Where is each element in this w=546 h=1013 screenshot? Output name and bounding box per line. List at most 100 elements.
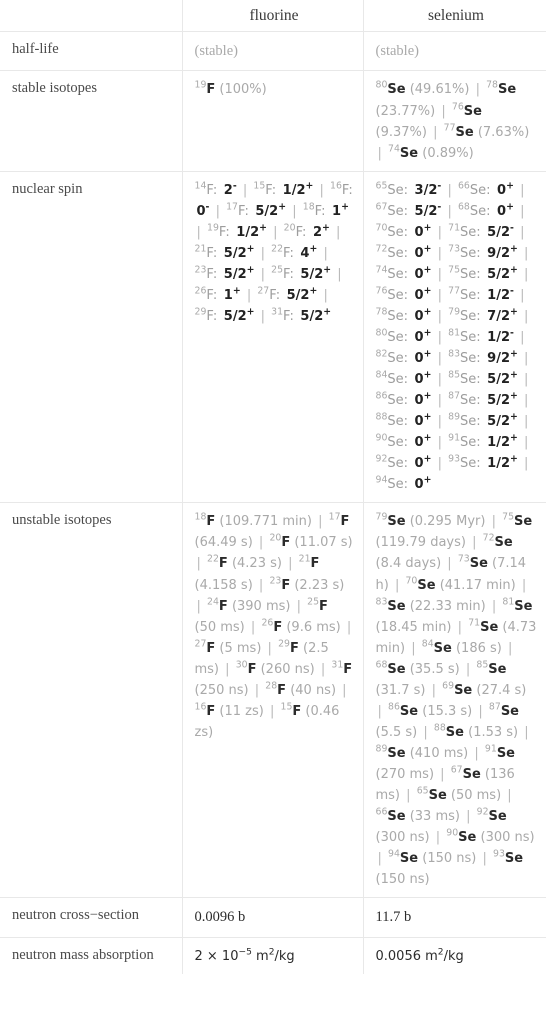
nuclear-spin-entry: 29F: 5/2+ — [195, 307, 255, 324]
isotope-mass-number: 65 — [416, 785, 429, 797]
isotope-nuclide: 72Se — [483, 534, 513, 551]
isotope-mass-number: 18 — [302, 201, 315, 213]
nuclear-spin-value: 0+ — [410, 264, 432, 282]
isotope-abundance-or-halflife: (300 ns) — [476, 830, 535, 846]
isotope-mass-number: 66 — [457, 180, 470, 192]
nuclear-spin-value: 0+ — [410, 390, 432, 409]
nuclear-spin-value: 0- — [196, 201, 210, 219]
isotope-symbol: Se — [387, 456, 404, 472]
isotope-separator: | — [296, 598, 302, 614]
isotope-symbol: F — [289, 640, 299, 656]
isotope-separator: | — [346, 619, 352, 635]
isotope-separator: | — [318, 514, 323, 530]
isotope-separator: | — [437, 308, 442, 324]
isotope-nuclide: 18F — [302, 201, 321, 219]
nuclear-spin-value: 1/2+ — [482, 453, 518, 472]
isotope-separator: | — [319, 182, 324, 198]
isotope-symbol: F — [319, 598, 328, 614]
isotope-mass-number: 77 — [448, 285, 461, 297]
isotope-separator: | — [323, 287, 328, 303]
isotope-abundance-or-halflife: (100%) — [215, 82, 267, 98]
isotope-nuclide: 31F — [331, 660, 352, 677]
nuclear-spin-entry: 73Se: 9/2+ — [448, 244, 518, 261]
isotope-symbol: Se — [417, 577, 436, 593]
isotope-entry: 27F (5 ms) — [195, 639, 262, 656]
isotope-symbol: Se — [469, 203, 487, 219]
isotope-abundance-or-halflife: (270 ms) — [375, 766, 435, 782]
isotope-nuclide: 68Se — [376, 660, 406, 677]
isotope-separator: | — [447, 203, 452, 219]
isotope-separator: | — [225, 661, 230, 677]
isotope-separator: | — [406, 787, 411, 803]
isotope-separator: | — [437, 351, 442, 367]
isotope-mass-number: 29 — [278, 638, 290, 650]
table-row: neutron cross−section 0.0096 b 11.7 b — [0, 897, 546, 938]
nuclear-spin-entry: 66Se: 0+ — [457, 180, 514, 198]
isotope-nuclide: 19F — [207, 223, 225, 240]
cell-fluorine: 19F (100%) — [181, 70, 364, 172]
isotope-nuclide: 89Se — [448, 413, 476, 430]
nuclear-spin-colon: : — [486, 182, 491, 198]
column-header-selenium: selenium — [362, 0, 546, 32]
isotope-nuclide: 77Se — [448, 285, 476, 303]
nuclear-spin-colon: : — [476, 245, 481, 261]
nuclear-spin-entry: 87Se: 5/2+ — [448, 392, 518, 409]
isotope-symbol: Se — [460, 372, 477, 388]
isotope-separator: | — [250, 619, 256, 635]
isotope-symbol: Se — [387, 308, 404, 324]
isotope-mass-number: 28 — [265, 680, 278, 692]
nuclear-spin-entry: 23F: 5/2+ — [195, 264, 255, 282]
isotope-separator: | — [260, 245, 265, 261]
isotope-mass-number: 65 — [375, 180, 388, 192]
isotope-mass-number: 88 — [433, 722, 446, 734]
isotope-symbol: Se — [387, 82, 406, 98]
isotope-abundance-or-halflife: (31.7 s) — [375, 682, 426, 698]
isotope-mass-number: 78 — [375, 306, 388, 318]
isotope-separator: | — [478, 703, 483, 719]
nuclear-spin-entry: 89Se: 5/2+ — [448, 413, 518, 430]
cell-value-scientific: 2 × 10−5 m2/kg — [194, 947, 295, 964]
isotope-mass-number: 21 — [298, 554, 311, 566]
isotope-nuclide: 80Se — [376, 328, 404, 345]
isotope-separator: | — [437, 330, 442, 345]
isotope-symbol: Se — [387, 809, 406, 825]
isotope-nuclide: 75Se — [448, 265, 476, 282]
isotope-nuclide: 84Se — [421, 638, 452, 656]
nuclear-spin-entry: 91Se: 1/2+ — [448, 434, 518, 451]
isotope-symbol: Se — [488, 661, 507, 677]
isotope-symbol: F — [206, 640, 216, 656]
nuclear-spin-entry: 88Se: 0+ — [375, 411, 432, 430]
isotope-nuclide: 16F — [330, 181, 348, 198]
isotope-nuclide: 90Se — [446, 829, 477, 846]
isotope-mass-number: 90 — [375, 432, 388, 444]
isotope-mass-number: 20 — [269, 533, 282, 545]
isotope-mass-number: 88 — [375, 411, 388, 423]
isotope-nuclide: 68Se — [457, 201, 487, 219]
row-label-neutron-mass-absorption: neutron mass absorption — [0, 936, 183, 974]
isotope-nuclide: 87Se — [448, 392, 476, 409]
nuclear-spin-value: 5/2+ — [219, 264, 255, 282]
isotope-symbol: Se — [458, 830, 477, 846]
isotope-mass-number: 93 — [448, 453, 461, 465]
isotope-nuclide: 25F — [271, 265, 289, 282]
isotope-symbol: Se — [504, 851, 524, 867]
nuclear-spin-colon: : — [476, 393, 481, 409]
isotope-entry: 30F (260 ns) — [236, 660, 315, 677]
isotope-separator: | — [520, 203, 525, 219]
isotope-symbol: Se — [462, 766, 481, 782]
isotope-abundance-or-halflife: (4.23 s) — [227, 556, 282, 572]
isotope-mass-number: 14 — [194, 180, 207, 192]
isotope-symbol: Se — [514, 514, 533, 530]
isotope-mass-number: 77 — [443, 122, 456, 134]
isotope-symbol: Se — [387, 330, 404, 345]
isotope-mass-number: 21 — [194, 243, 207, 255]
isotope-separator: | — [273, 224, 278, 240]
isotope-entry: 28F (40 ns) — [265, 680, 336, 698]
isotope-symbol: Se — [500, 703, 519, 719]
isotope-separator: | — [524, 724, 529, 740]
nuclear-spin-value: 5/2+ — [295, 264, 332, 282]
isotope-mass-number: 84 — [421, 638, 434, 650]
isotope-mass-number: 84 — [375, 369, 388, 381]
isotope-mass-number: 68 — [457, 201, 470, 213]
isotope-entry: 83Se (22.33 min) — [376, 597, 486, 614]
